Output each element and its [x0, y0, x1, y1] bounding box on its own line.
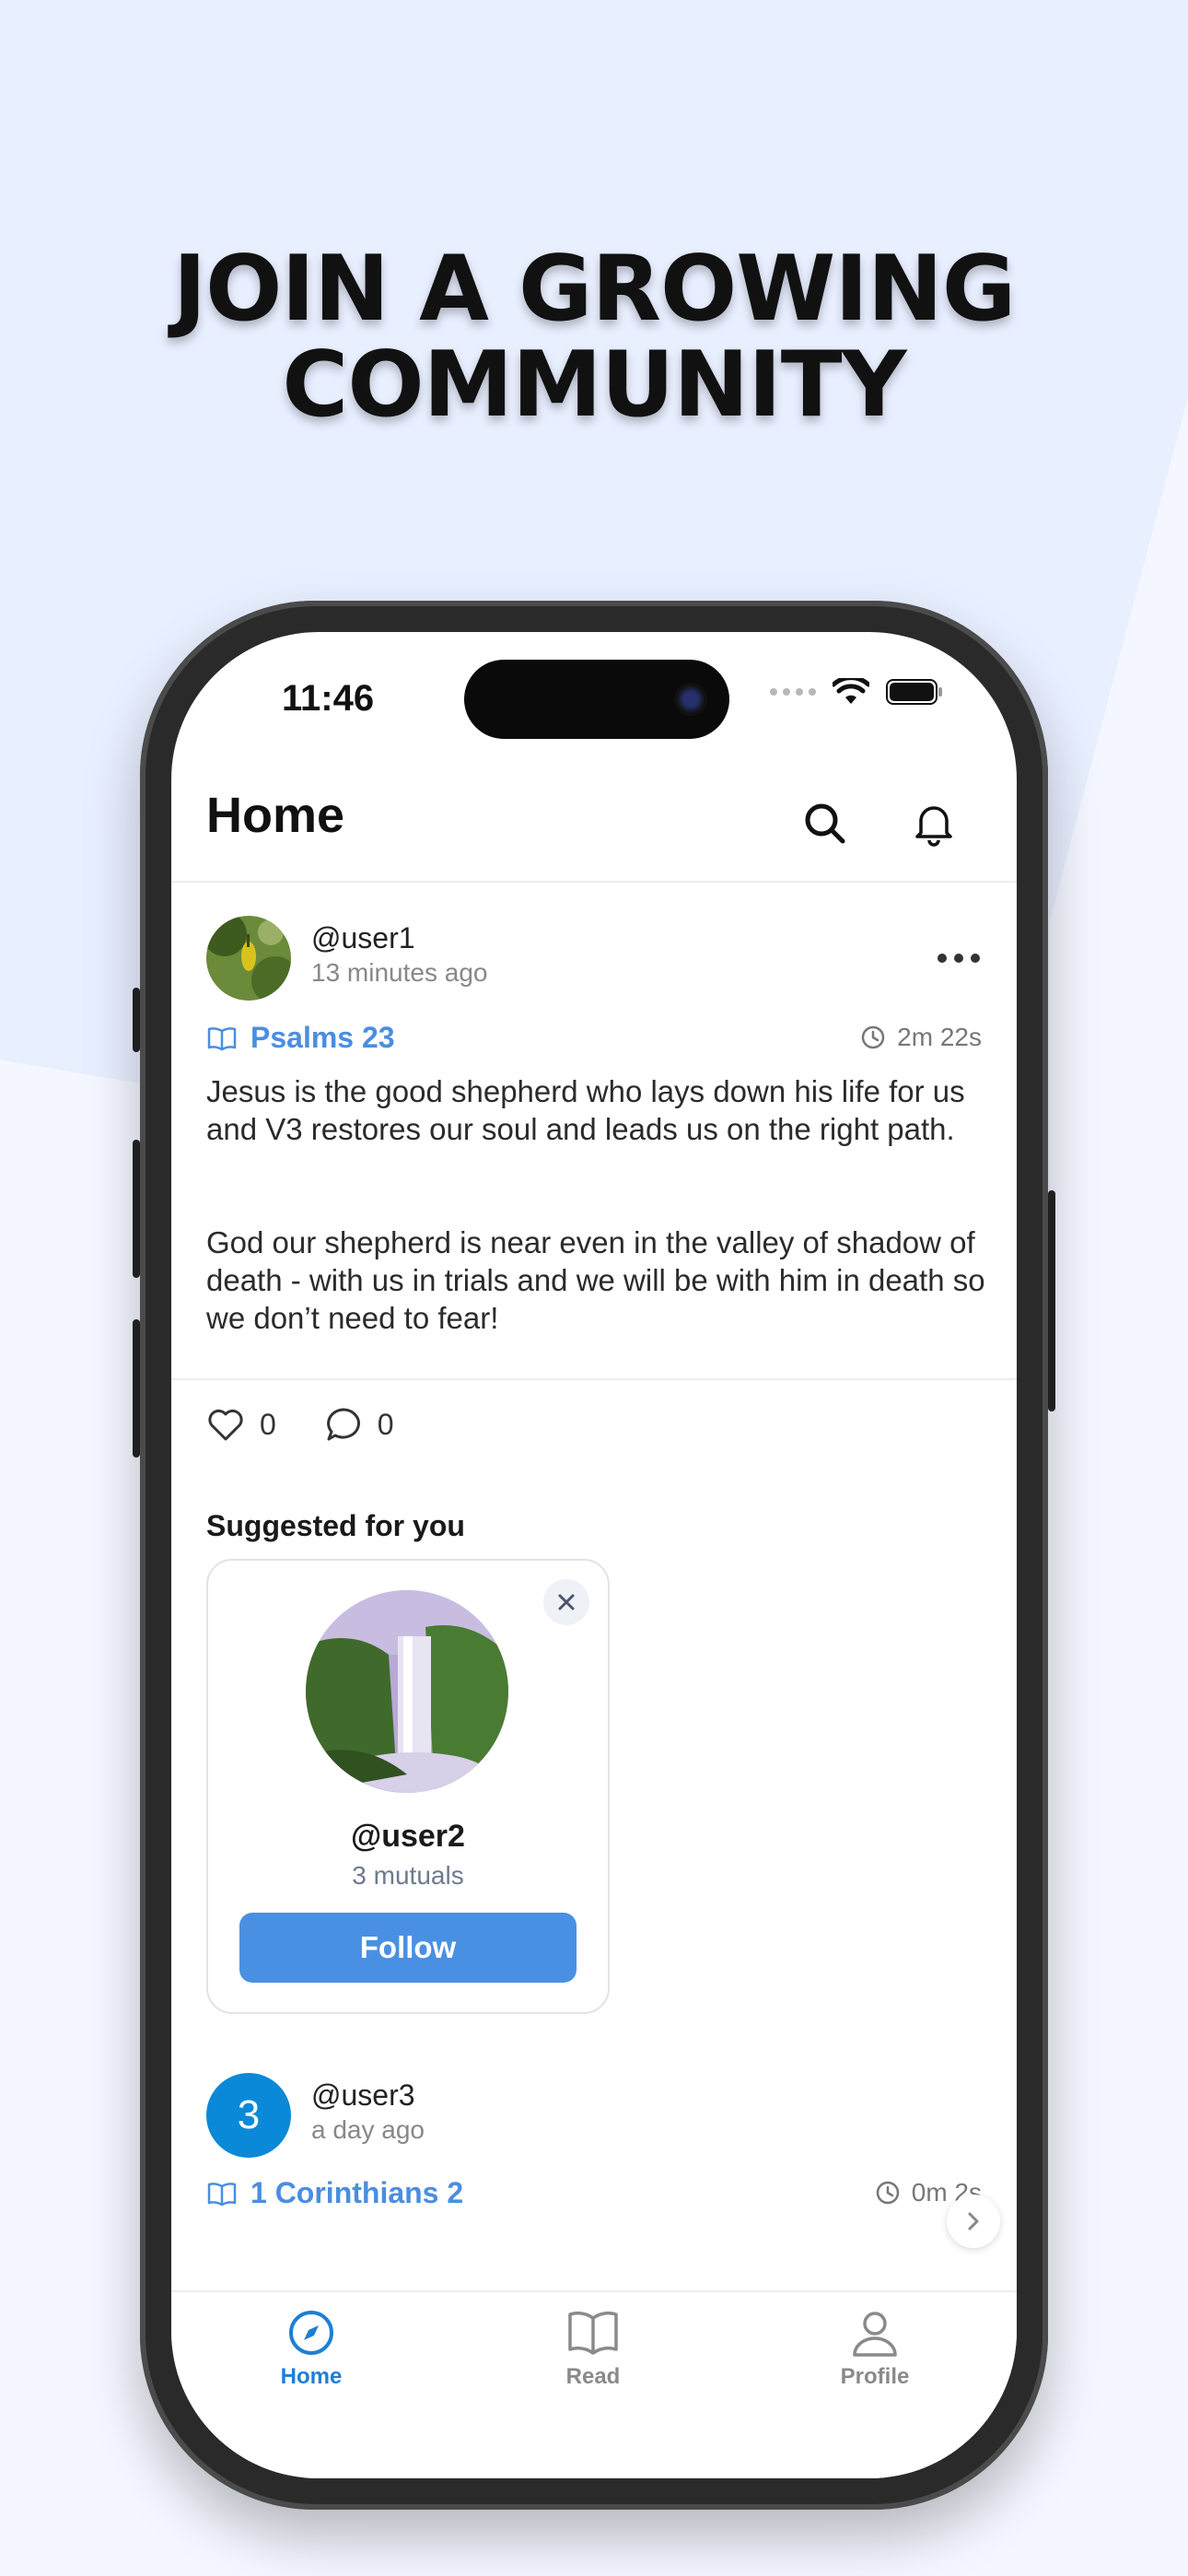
- follow-button[interactable]: Follow: [239, 1913, 577, 1983]
- chevron-right-icon: [968, 2212, 979, 2231]
- status-icons: [770, 678, 943, 706]
- suggested-user-card[interactable]: @user2 3 mutuals Follow: [206, 1559, 610, 2014]
- scripture-reference[interactable]: 1 Corinthians 2: [206, 2176, 463, 2210]
- scripture-reference[interactable]: Psalms 23: [206, 1021, 395, 1055]
- avatar[interactable]: [206, 916, 291, 1001]
- tab-read[interactable]: Read: [501, 2307, 685, 2390]
- headline-line-1: JOIN A GROWING: [172, 237, 1017, 342]
- mutuals-count: 3 mutuals: [352, 1861, 464, 1890]
- duration-label: 2m 22s: [897, 1023, 982, 1051]
- book-icon: [207, 2182, 237, 2206]
- compass-icon: [289, 2311, 333, 2355]
- clock-icon: [876, 2181, 899, 2205]
- dismiss-button[interactable]: [543, 1579, 589, 1625]
- avatar[interactable]: 3: [206, 2073, 291, 2158]
- book-icon: [568, 2311, 618, 2355]
- search-icon[interactable]: [799, 798, 851, 849]
- scroll-next-button[interactable]: [947, 2195, 1000, 2248]
- like-count: 0: [260, 1407, 276, 1441]
- tab-label: Read: [565, 2364, 621, 2389]
- person-icon: [853, 2312, 897, 2357]
- close-icon: [558, 1594, 575, 1610]
- reference-label: 1 Corinthians 2: [250, 2176, 464, 2209]
- suggested-avatar[interactable]: [306, 1590, 508, 1793]
- comment-icon[interactable]: [324, 1406, 363, 1443]
- app-header: Home: [171, 770, 1017, 883]
- headline: JOIN A GROWING COMMUNITY: [0, 241, 1188, 433]
- reading-duration: 2m 22s: [860, 1023, 982, 1052]
- post-username[interactable]: @user3: [311, 2078, 415, 2113]
- bell-icon[interactable]: [908, 798, 960, 849]
- tab-label: Home: [280, 2364, 343, 2389]
- post-paragraph-1: Jesus is the good shepherd who lays down…: [206, 1074, 965, 1146]
- headline-line-2: COMMUNITY: [282, 333, 906, 438]
- phone-frame: 11:46 Home @user1 13 minutes ago Psalms …: [133, 601, 1055, 2510]
- heart-icon[interactable]: [206, 1406, 245, 1443]
- clock-icon: [861, 1025, 885, 1049]
- tab-bar: Home Read Profile: [171, 2290, 1017, 2478]
- more-options-icon[interactable]: [938, 949, 980, 967]
- post-username[interactable]: @user1: [311, 921, 415, 955]
- tab-label: Profile: [840, 2364, 910, 2389]
- camera-icon: [674, 683, 707, 716]
- page-title: Home: [206, 788, 345, 843]
- suggested-title: Suggested for you: [206, 1509, 465, 1542]
- tab-profile[interactable]: Profile: [783, 2307, 967, 2390]
- status-time: 11:46: [282, 678, 375, 719]
- dynamic-island: [464, 660, 729, 739]
- post-paragraph-2: God our shepherd is near even in the val…: [206, 1225, 985, 1335]
- wifi-icon: [833, 678, 869, 704]
- mute-switch: [133, 988, 140, 1052]
- volume-up-button: [133, 1140, 140, 1278]
- post-actions: 0 0: [206, 1406, 394, 1443]
- post-timestamp: 13 minutes ago: [311, 958, 488, 987]
- phone-screen: 11:46 Home @user1 13 minutes ago Psalms …: [171, 632, 1017, 2478]
- signal-icon: [770, 688, 816, 696]
- suggested-username[interactable]: @user2: [208, 1819, 608, 1855]
- book-icon: [207, 1026, 237, 1050]
- post-timestamp: a day ago: [311, 2115, 425, 2144]
- divider: [171, 1378, 1017, 1380]
- reference-label: Psalms 23: [250, 1021, 395, 1054]
- tab-home[interactable]: Home: [219, 2307, 403, 2390]
- battery-icon: [886, 679, 942, 705]
- power-button: [1048, 1190, 1055, 1411]
- volume-down-button: [133, 1319, 140, 1458]
- comment-count: 0: [377, 1407, 394, 1441]
